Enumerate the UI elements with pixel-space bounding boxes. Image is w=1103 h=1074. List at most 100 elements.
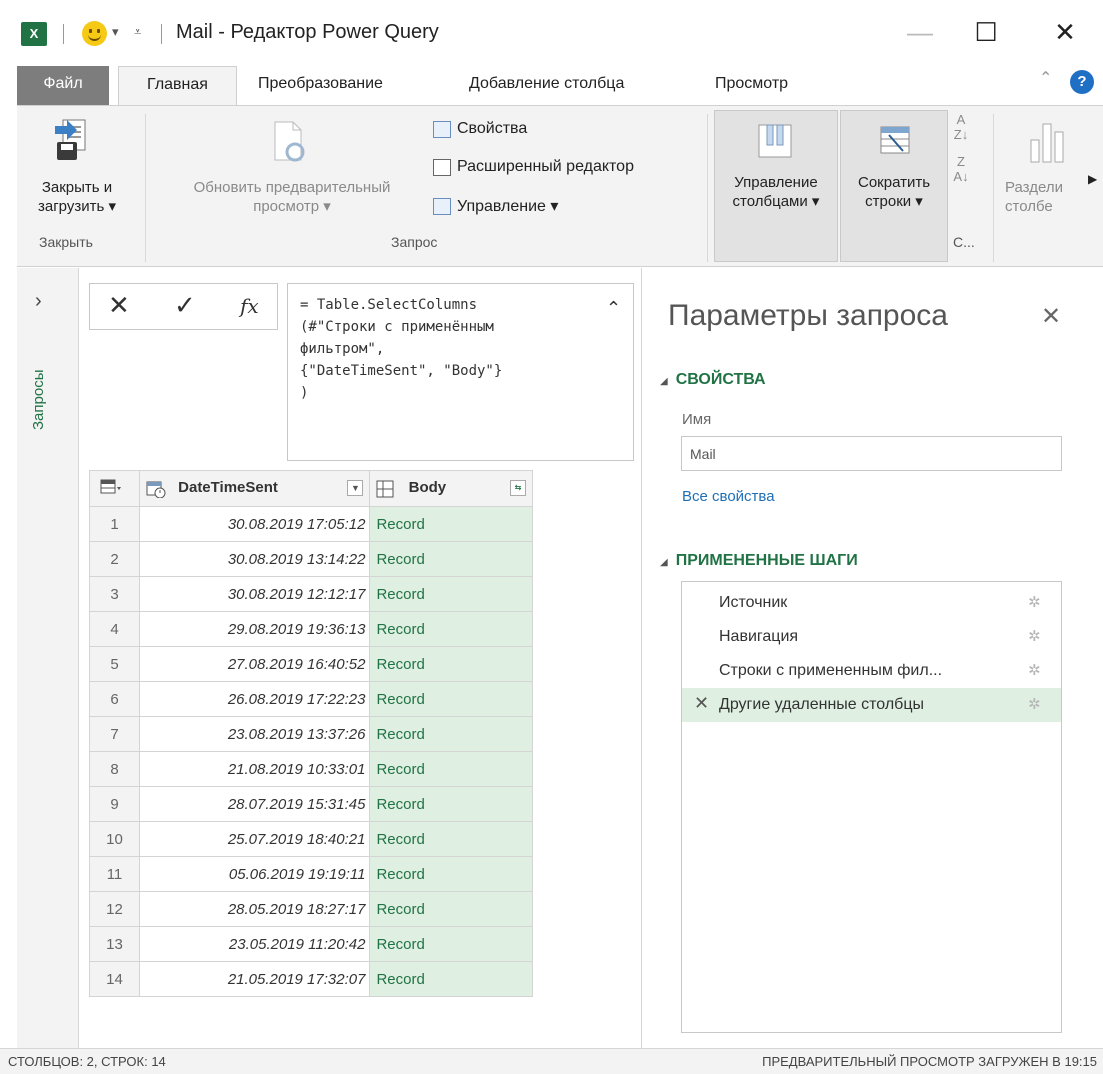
title-bar: X ▾ ⩡ Mail - Редактор Power Query — ☐ ✕ [0,0,1103,66]
accept-formula-icon[interactable]: ✓ [174,290,196,321]
maximize-button[interactable]: ☐ [966,14,1006,50]
qat-dropdown-arrow[interactable]: ▾ [112,24,119,40]
cell-datetimesent[interactable]: 30.08.2019 13:14:22 [138,541,371,577]
refresh-preview-button[interactable]: Обновить предварительный просмотр ▾ [147,178,437,216]
tab-home[interactable]: Главная [118,66,237,106]
properties-section-header[interactable]: ◢ СВОЙСТВА [660,371,766,389]
step-settings-gear-icon[interactable]: ✲ [1028,627,1041,645]
cell-datetimesent[interactable]: 23.05.2019 11:20:42 [138,926,371,962]
excel-app-icon[interactable]: X [21,22,47,46]
step-removed-other-columns[interactable]: ✕ Другие удаленные столбцы ✲ [682,688,1061,722]
sort-descending-icon[interactable]: Z A↓ [949,154,973,184]
cell-body-record[interactable]: Record [369,716,533,752]
cell-body-record[interactable]: Record [369,576,533,612]
table-row[interactable]: 13 23.05.2019 11:20:42 Record [89,926,533,962]
expand-queries-chevron-icon[interactable]: › [35,290,42,313]
tab-file[interactable]: Файл [17,66,109,106]
step-navigation[interactable]: Навигация ✲ [682,620,1061,654]
advanced-editor-button[interactable]: Расширенный редактор [433,158,634,176]
table-row[interactable]: 14 21.05.2019 17:32:07 Record [89,961,533,997]
queries-pane-label[interactable]: Запросы [30,370,47,431]
column-filter-dropdown-icon[interactable]: ▼ [347,480,364,496]
tab-transform[interactable]: Преобразование [244,66,397,106]
column-header-body[interactable]: Body ⇆ [369,470,533,507]
cell-datetimesent[interactable]: 28.05.2019 18:27:17 [138,891,371,927]
table-row[interactable]: 6 26.08.2019 17:22:23 Record [89,681,533,717]
column-header-datetimesent[interactable]: DateTimeSent ▼ [138,470,371,507]
cell-body-record[interactable]: Record [369,961,533,997]
cell-body-record[interactable]: Record [369,926,533,962]
manage-table-icon [433,197,451,215]
cell-body-record[interactable]: Record [369,786,533,822]
collapse-ribbon-icon[interactable]: ⌃ [1039,68,1052,88]
table-row[interactable]: 10 25.07.2019 18:40:21 Record [89,821,533,857]
close-and-load-button[interactable]: Закрыть и загрузить ▾ [21,178,133,216]
tab-view[interactable]: Просмотр [701,66,802,106]
table-row[interactable]: 2 30.08.2019 13:14:22 Record [89,541,533,577]
cell-datetimesent[interactable]: 30.08.2019 17:05:12 [138,506,371,542]
cell-body-record[interactable]: Record [369,891,533,927]
applied-steps-header[interactable]: ◢ ПРИМЕНЕННЫЕ ШАГИ [660,552,858,570]
cell-body-record[interactable]: Record [369,856,533,892]
qat-customize-icon[interactable]: ⩡ [134,24,141,40]
row-number: 14 [89,961,140,997]
cell-body-record[interactable]: Record [369,541,533,577]
help-icon[interactable]: ? [1070,70,1094,94]
query-name-input[interactable]: Mail [681,436,1062,471]
cell-body-record[interactable]: Record [369,751,533,787]
split-column-button[interactable]: Раздели столбе [1005,178,1075,216]
table-row[interactable]: 3 30.08.2019 12:12:17 Record [89,576,533,612]
cell-datetimesent[interactable]: 28.07.2019 15:31:45 [138,786,371,822]
step-settings-gear-icon[interactable]: ✲ [1028,661,1041,679]
reduce-rows-button[interactable]: Сократить строки ▾ [840,110,948,262]
cell-datetimesent[interactable]: 30.08.2019 12:12:17 [138,576,371,612]
cell-body-record[interactable]: Record [369,611,533,647]
properties-button[interactable]: Свойства [433,120,527,138]
cell-body-record[interactable]: Record [369,646,533,682]
table-row[interactable]: 4 29.08.2019 19:36:13 Record [89,611,533,647]
table-row[interactable]: 12 28.05.2019 18:27:17 Record [89,891,533,927]
step-source[interactable]: Источник ✲ [682,586,1061,620]
table-menu-button[interactable] [89,470,140,507]
ribbon-scroll-right-icon[interactable]: ▶ [1088,172,1097,186]
cell-body-record[interactable]: Record [369,506,533,542]
step-filtered-rows[interactable]: Строки с примененным фил... ✲ [682,654,1061,688]
smiley-feedback-icon[interactable] [82,21,107,46]
table-row[interactable]: 5 27.08.2019 16:40:52 Record [89,646,533,682]
insert-function-icon[interactable]: fx [240,294,259,318]
all-properties-link[interactable]: Все свойства [682,488,775,505]
cell-datetimesent[interactable]: 25.07.2019 18:40:21 [138,821,371,857]
formula-editor[interactable]: = Table.SelectColumns (#"Строки с примен… [287,283,634,461]
minimize-button[interactable]: — [900,14,940,50]
manage-button[interactable]: Управление ▾ [433,196,558,216]
cancel-formula-icon[interactable]: ✕ [108,290,130,321]
manage-columns-button[interactable]: Управление столбцами ▾ [714,110,838,262]
cell-datetimesent[interactable]: 23.08.2019 13:37:26 [138,716,371,752]
collapse-formula-icon[interactable]: ⌃ [606,298,621,319]
table-row[interactable]: 9 28.07.2019 15:31:45 Record [89,786,533,822]
close-window-button[interactable]: ✕ [1045,14,1085,50]
sort-ascending-icon[interactable]: A Z↓ [949,112,973,142]
row-number: 3 [89,576,140,612]
close-panel-icon[interactable]: ✕ [1041,302,1061,331]
cell-datetimesent[interactable]: 27.08.2019 16:40:52 [138,646,371,682]
row-number: 4 [89,611,140,647]
step-settings-gear-icon[interactable]: ✲ [1028,593,1041,611]
cell-body-record[interactable]: Record [369,821,533,857]
step-label: Строки с примененным фил... [719,662,943,679]
step-settings-gear-icon[interactable]: ✲ [1028,695,1041,713]
cell-datetimesent[interactable]: 21.05.2019 17:32:07 [138,961,371,997]
table-row[interactable]: 7 23.08.2019 13:37:26 Record [89,716,533,752]
table-row[interactable]: 8 21.08.2019 10:33:01 Record [89,751,533,787]
table-row[interactable]: 1 30.08.2019 17:05:12 Record [89,506,533,542]
tab-add-column[interactable]: Добавление столбца [455,66,638,106]
expand-column-icon[interactable]: ⇆ [510,480,526,496]
cell-datetimesent[interactable]: 29.08.2019 19:36:13 [138,611,371,647]
cell-datetimesent[interactable]: 05.06.2019 19:19:11 [138,856,371,892]
status-bar: СТОЛБЦОВ: 2, СТРОК: 14 ПРЕДВАРИТЕЛЬНЫЙ П… [0,1048,1103,1074]
cell-datetimesent[interactable]: 21.08.2019 10:33:01 [138,751,371,787]
cell-body-record[interactable]: Record [369,681,533,717]
delete-step-icon[interactable]: ✕ [694,693,709,714]
table-row[interactable]: 11 05.06.2019 19:19:11 Record [89,856,533,892]
cell-datetimesent[interactable]: 26.08.2019 17:22:23 [138,681,371,717]
